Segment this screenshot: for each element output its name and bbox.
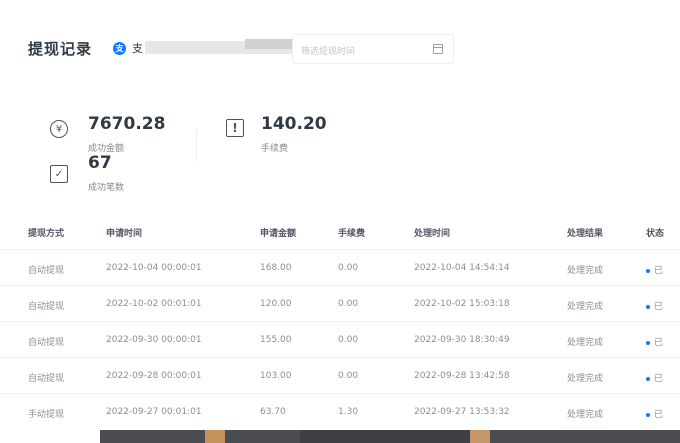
cell-apply-time: 2022-10-04 00:00:01	[106, 263, 202, 273]
account-name: 支	[132, 42, 143, 55]
cell-fee: 0.00	[338, 263, 359, 273]
cell-apply-time: 2022-09-27 00:01:01	[106, 407, 202, 417]
fee-value: 140.20	[261, 114, 327, 134]
status-text: 已	[654, 410, 664, 420]
cell-process-time: 2022-09-30 18:30:49	[414, 335, 510, 345]
cell-amount: 120.00	[260, 299, 292, 309]
cell-method: 自动提现	[28, 374, 65, 384]
cell-amount: 168.00	[260, 263, 292, 273]
cell-amount: 103.00	[260, 371, 292, 381]
cell-process-time: 2022-10-02 15:03:18	[414, 299, 510, 309]
success-count-label: 成功笔数	[88, 183, 125, 193]
status-dot-icon	[646, 376, 650, 381]
cell-status: 已	[646, 263, 663, 276]
table-row[interactable]: 手动提现 2022-09-27 00:01:01 63.70 1.30 2022…	[0, 394, 680, 430]
cell-amount: 155.00	[260, 335, 292, 345]
fee-label: 手续费	[261, 144, 289, 154]
alipay-icon: 支	[113, 41, 126, 55]
calendar-icon[interactable]	[433, 44, 443, 54]
table-row[interactable]: 自动提现 2022-10-02 00:01:01 120.00 0.00 202…	[0, 286, 680, 322]
cell-fee: 1.30	[338, 407, 359, 417]
masked-account-info-2	[245, 39, 295, 49]
cell-amount: 63.70	[260, 407, 286, 417]
column-header-apply-time: 申请时间	[106, 229, 143, 239]
table-row[interactable]: 自动提现 2022-09-28 00:00:01 103.00 0.00 202…	[0, 358, 680, 394]
status-text: 已	[654, 266, 664, 276]
column-header-result: 处理结果	[567, 229, 604, 239]
cell-fee: 0.00	[338, 371, 359, 381]
column-header-fee: 手续费	[338, 229, 366, 239]
table-row[interactable]: 自动提现 2022-09-30 00:00:01 155.00 0.00 202…	[0, 322, 680, 358]
status-text: 已	[654, 374, 664, 384]
date-filter-placeholder: 筛选提现时间	[301, 47, 356, 57]
cell-method: 自动提现	[28, 302, 65, 312]
table-row[interactable]: 自动提现 2022-10-04 00:00:01 168.00 0.00 202…	[0, 250, 680, 286]
cell-process-time: 2022-09-28 13:42:58	[414, 371, 510, 381]
status-text: 已	[654, 302, 664, 312]
yen-icon: ¥	[50, 120, 68, 138]
stats-divider	[196, 130, 197, 162]
column-header-amount: 申请金额	[260, 229, 297, 239]
cell-apply-time: 2022-09-28 00:00:01	[106, 371, 202, 381]
cell-method: 自动提现	[28, 266, 65, 276]
column-header-status: 状态	[646, 229, 665, 239]
account-selector[interactable]: 支 支	[113, 39, 385, 57]
cell-apply-time: 2022-09-30 00:00:01	[106, 335, 202, 345]
cell-fee: 0.00	[338, 335, 359, 345]
cell-result: 处理完成	[567, 410, 604, 420]
cell-status: 已	[646, 299, 663, 312]
status-dot-icon	[646, 268, 650, 273]
cell-result: 处理完成	[567, 302, 604, 312]
cell-result: 处理完成	[567, 374, 604, 384]
success-amount-value: 7670.28	[88, 114, 166, 134]
table-header: 提现方式 申请时间 申请金额 手续费 处理时间 处理结果 状态	[0, 213, 680, 250]
count-icon: ✓	[50, 165, 68, 183]
column-header-process-time: 处理时间	[414, 229, 451, 239]
cell-status: 已	[646, 371, 663, 384]
status-dot-icon	[646, 340, 650, 345]
cell-status: 已	[646, 407, 663, 420]
cell-method: 自动提现	[28, 338, 65, 348]
status-dot-icon	[646, 304, 650, 309]
stats-panel: ¥ 7670.28 成功金额 ! 140.20 手续费 ✓ 67 成功笔数	[0, 108, 680, 208]
cell-result: 处理完成	[567, 266, 604, 276]
bottom-overlay-strip	[0, 430, 680, 443]
column-header-method: 提现方式	[28, 229, 65, 239]
cell-process-time: 2022-09-27 13:53:32	[414, 407, 510, 417]
header: 提现记录 支 支 筛选提现时间	[0, 0, 680, 90]
cell-method: 手动提现	[28, 410, 65, 420]
date-filter-input[interactable]: 筛选提现时间	[292, 34, 454, 64]
cell-fee: 0.00	[338, 299, 359, 309]
page-title: 提现记录	[28, 40, 93, 58]
cell-status: 已	[646, 335, 663, 348]
cell-apply-time: 2022-10-02 00:01:01	[106, 299, 202, 309]
withdrawal-table: 提现方式 申请时间 申请金额 手续费 处理时间 处理结果 状态 自动提现 202…	[0, 213, 680, 430]
cell-result: 处理完成	[567, 338, 604, 348]
status-dot-icon	[646, 412, 650, 417]
cell-process-time: 2022-10-04 14:54:14	[414, 263, 510, 273]
success-count-value: 67	[88, 153, 112, 173]
fee-icon: !	[226, 119, 244, 137]
status-text: 已	[654, 338, 664, 348]
